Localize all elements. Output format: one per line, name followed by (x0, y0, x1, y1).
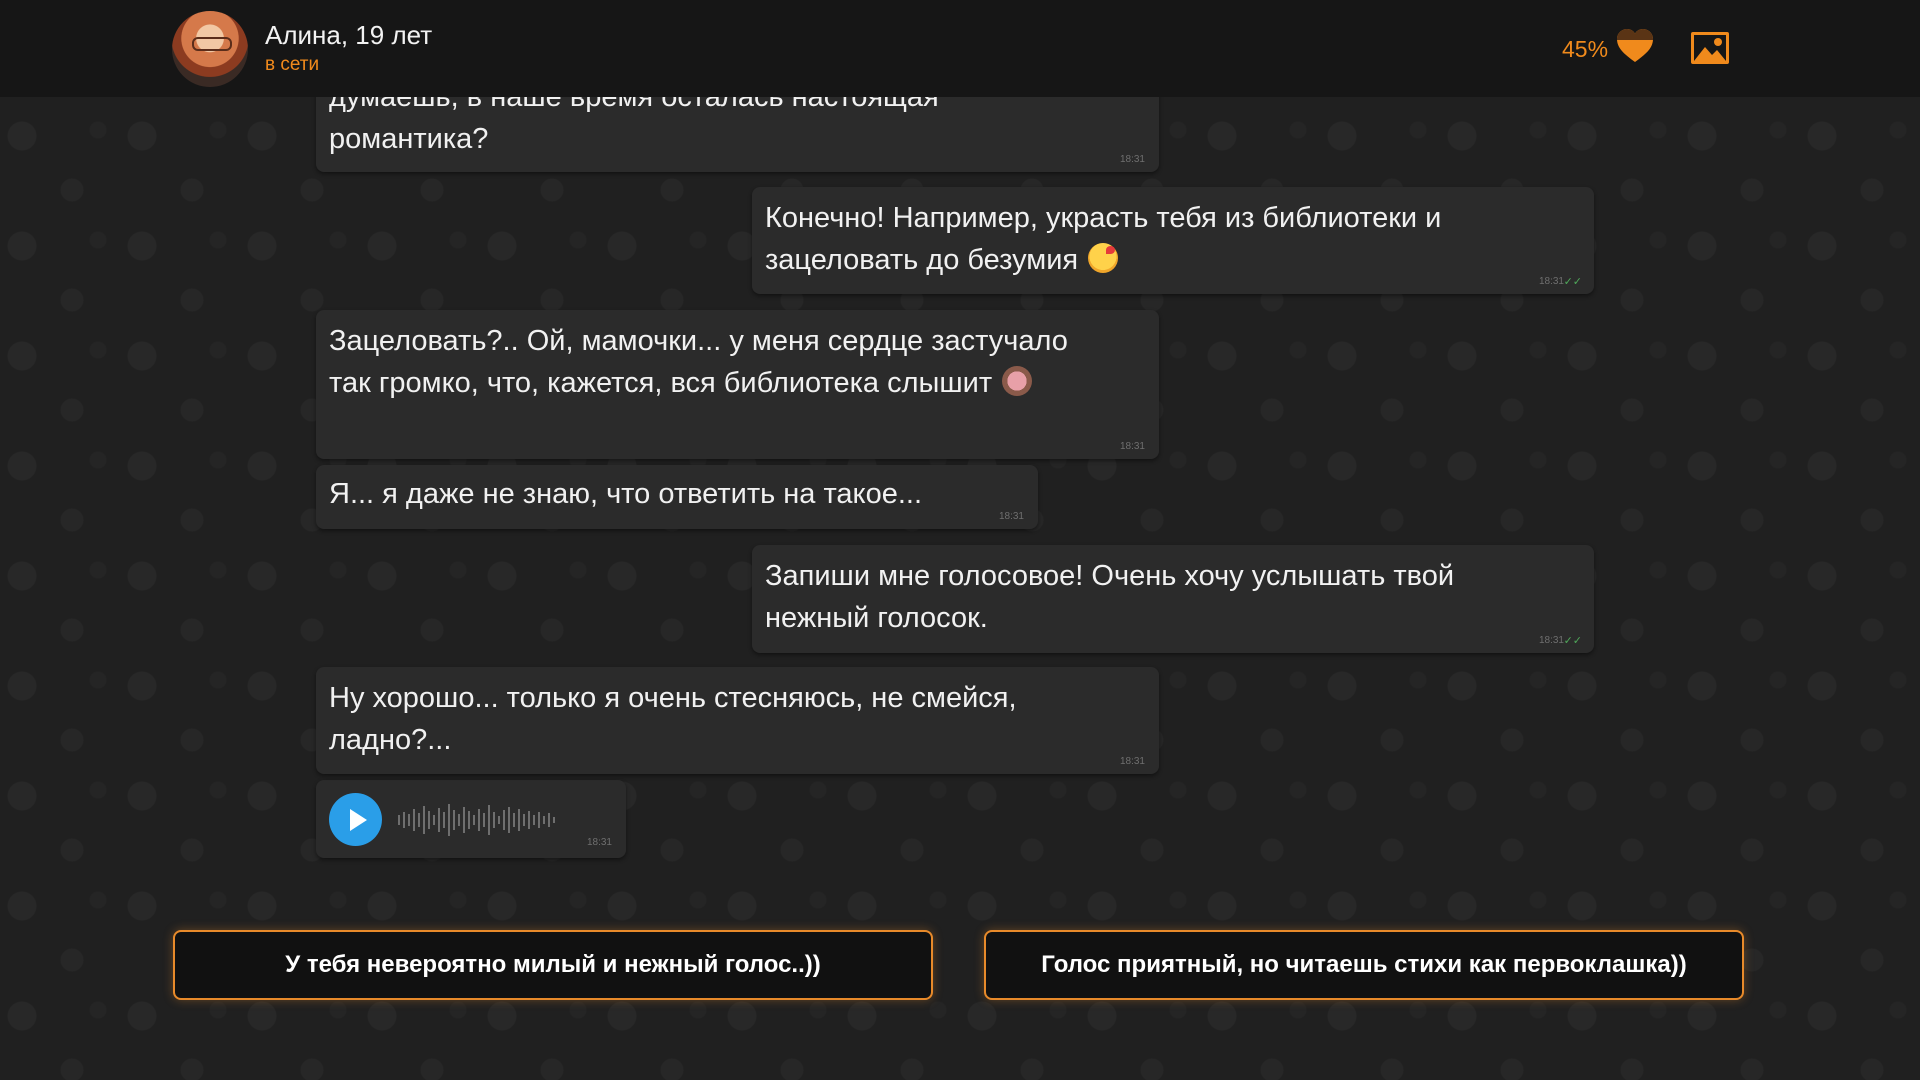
message-time: 18:31 (1119, 441, 1145, 452)
message-time: 18:31 (1119, 154, 1145, 165)
message-incoming: Зацеловать?.. Ой, мамочки... у меня серд… (316, 310, 1159, 459)
see-no-evil-monkey-emoji-icon (1002, 366, 1033, 396)
message-text: Запиши мне голосовое! Очень хочу услышат… (765, 560, 1455, 634)
message-time: 18:31 (1538, 276, 1564, 287)
message-time: 18:31 (1119, 756, 1145, 767)
avatar[interactable] (172, 11, 248, 87)
heart-icon (1617, 29, 1653, 62)
message-incoming: Ну хорошо... только я очень стесняюсь, н… (316, 667, 1159, 774)
choice-button-2[interactable]: Голос приятный, но читаешь стихи как пер… (984, 930, 1744, 1000)
message-outgoing: Конечно! Например, украсть тебя из библи… (752, 187, 1594, 294)
message-time: 18:31 (998, 511, 1024, 522)
online-status: в сети (265, 54, 320, 75)
message-outgoing: Запиши мне голосовое! Очень хочу услышат… (752, 545, 1594, 653)
chat-header: Алина, 19 лет в сети 45% (0, 0, 1920, 97)
message-time: 18:31 (1538, 635, 1564, 646)
read-checkmarks-icon: ✓✓ (1563, 635, 1582, 647)
gallery-icon[interactable] (1690, 31, 1730, 65)
message-text: Ну хорошо... только я очень стесняюсь, н… (329, 682, 1017, 756)
affection-percent: 45% (1562, 36, 1609, 62)
choice-button-1[interactable]: У тебя невероятно милый и нежный голос..… (173, 930, 933, 1000)
message-text: Зацеловать?.. Ой, мамочки... у меня серд… (329, 325, 1068, 399)
read-checkmarks-icon: ✓✓ (1563, 276, 1582, 288)
contact-name: Алина, 19 лет (265, 20, 433, 50)
message-incoming: Я... я даже не знаю, что ответить на так… (316, 465, 1038, 529)
message-text: Я... я даже не знаю, что ответить на так… (329, 478, 922, 510)
kissing-face-emoji-icon (1088, 243, 1119, 273)
